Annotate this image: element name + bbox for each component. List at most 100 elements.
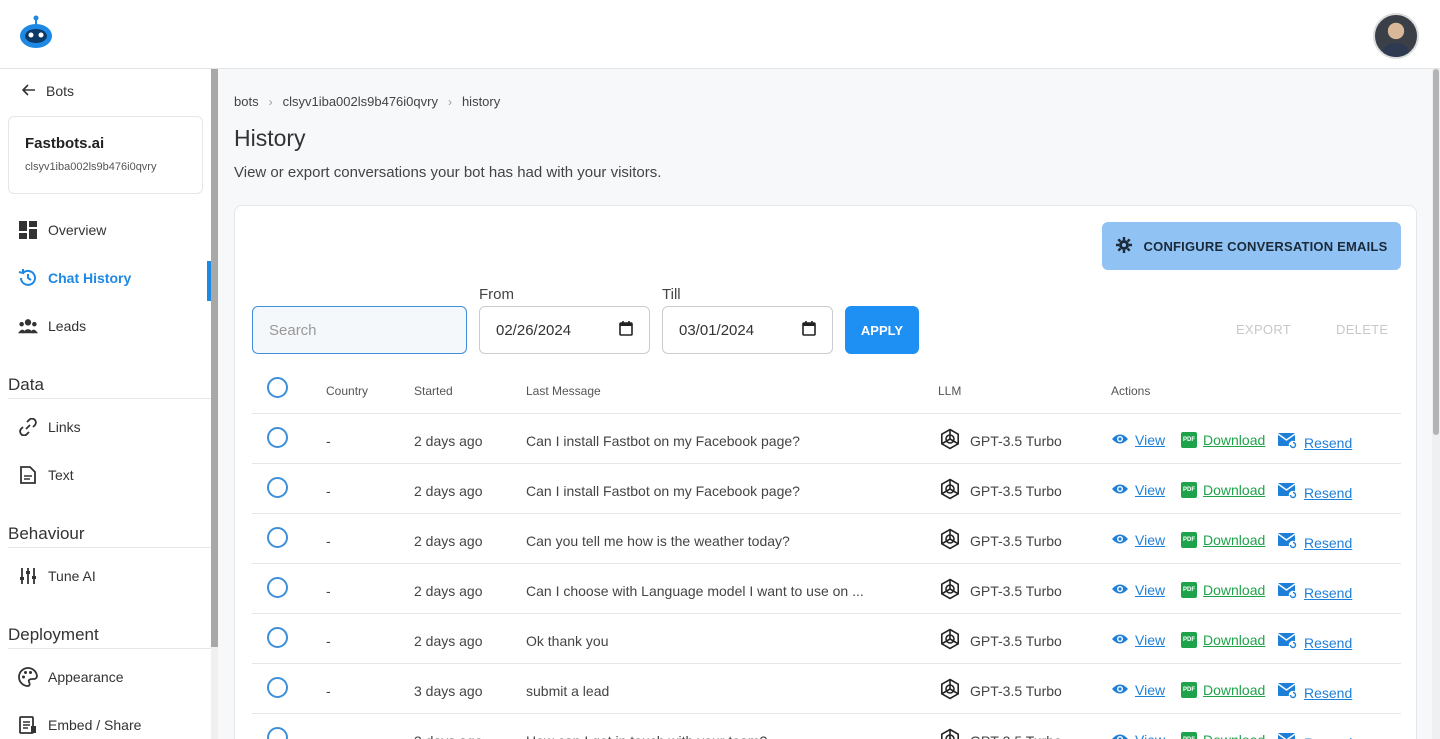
configure-conversation-emails-button[interactable]: CONFIGURE CONVERSATION EMAILS [1102,222,1401,270]
view-link[interactable]: View [1111,532,1165,548]
cell-last-message: How can I get in touch with your team? [526,733,767,739]
resend-link[interactable]: Resend [1277,732,1352,739]
column-header-country[interactable]: Country [326,384,368,398]
resend-link[interactable]: Resend [1277,632,1352,653]
resend-label: Resend [1304,434,1353,451]
openai-icon [938,427,962,451]
cell-llm: GPT-3.5 Turbo [970,633,1062,649]
sidebar-item-embed-share[interactable]: Embed / Share [0,701,211,739]
configure-label: CONFIGURE CONVERSATION EMAILS [1143,238,1388,254]
cell-last-message: Can I install Fastbot on my Facebook pag… [526,483,800,499]
resend-link[interactable]: Resend [1277,482,1353,503]
row-checkbox[interactable] [267,627,288,648]
column-header-llm[interactable]: LLM [938,384,961,398]
embed-icon [18,715,38,735]
sidebar: Bots Fastbots.ai clsyv1iba002ls9b476i0qv… [0,69,211,739]
row-checkbox[interactable] [267,477,288,498]
row-checkbox[interactable] [267,727,288,739]
view-link[interactable]: View [1111,682,1165,698]
view-label: View [1135,582,1166,598]
user-avatar[interactable] [1373,13,1419,59]
download-link[interactable]: PDF Download [1181,682,1265,698]
export-button[interactable]: EXPORT [1236,322,1291,337]
palette-icon [18,667,38,687]
cell-country: - [326,483,331,499]
resend-link[interactable]: Resend [1277,532,1352,553]
bot-id: clsyv1iba002ls9b476i0qvry [25,161,157,173]
calendar-icon[interactable] [619,320,633,340]
view-link[interactable]: View [1111,482,1165,498]
column-header-last-message[interactable]: Last Message [526,384,601,398]
view-link[interactable]: View [1111,432,1165,448]
openai-icon [938,477,962,501]
sidebar-item-tune-ai[interactable]: Tune AI [0,552,211,600]
sidebar-item-chat-history[interactable]: Chat History [0,254,211,302]
sidebar-scrollbar-thumb[interactable] [211,69,218,647]
from-date-input[interactable]: 02/26/2024 [479,306,650,354]
delete-button[interactable]: DELETE [1336,322,1388,337]
apply-button[interactable]: APPLY [845,306,919,354]
resend-link[interactable]: Resend [1277,682,1352,703]
view-label: View [1135,732,1165,739]
sidebar-item-links[interactable]: Links [0,403,211,451]
view-link[interactable]: View [1111,632,1165,648]
history-card: CONFIGURE CONVERSATION EMAILS Search Fro… [234,205,1417,739]
openai-icon [938,527,962,551]
cell-country: - [326,683,331,699]
view-label: View [1135,532,1166,548]
page-scrollbar-thumb[interactable] [1433,69,1439,435]
back-to-bots-link[interactable]: Bots [21,83,74,99]
arrow-left-icon [21,83,36,99]
sidebar-item-leads[interactable]: Leads [0,302,211,350]
till-date-input[interactable]: 03/01/2024 [662,306,833,354]
resend-label: Resend [1304,484,1353,501]
download-link[interactable]: PDF Download [1181,532,1265,548]
view-link[interactable]: View [1111,732,1165,739]
cell-country: - [326,733,331,739]
download-label: Download [1203,682,1266,698]
download-label: Download [1203,582,1266,598]
cell-country: - [326,533,331,549]
sidebar-scrollbar[interactable] [211,69,218,739]
download-link[interactable]: PDF Download [1181,582,1265,598]
section-title-deployment: Deployment [8,625,99,644]
row-checkbox[interactable] [267,577,288,598]
table-row-divider [252,513,1401,514]
section-title-data: Data [8,375,44,394]
sidebar-item-text[interactable]: Text [0,451,211,499]
mail-resend-icon [1277,632,1298,653]
row-checkbox[interactable] [267,427,288,448]
resend-link[interactable]: Resend [1277,582,1352,603]
cell-started: 3 days ago [414,733,483,739]
chevron-right-icon: › [447,94,452,109]
calendar-icon[interactable] [802,320,816,340]
sidebar-item-appearance[interactable]: Appearance [0,653,211,701]
cell-llm: GPT-3.5 Turbo [970,483,1062,499]
breadcrumb-bots[interactable]: bots [234,94,259,109]
cell-country: - [326,633,331,649]
openai-icon [938,677,962,701]
column-header-started[interactable]: Started [414,384,453,398]
sliders-icon [18,566,38,586]
bot-logo-icon[interactable] [18,14,54,50]
top-header [0,0,1440,69]
search-input[interactable]: Search [252,306,467,354]
pdf-icon: PDF [1181,682,1197,698]
row-checkbox[interactable] [267,527,288,548]
sidebar-item-overview[interactable]: Overview [0,206,211,254]
till-label: Till [662,286,681,303]
cell-started: 2 days ago [414,433,483,449]
resend-link[interactable]: Resend [1277,432,1353,453]
download-link[interactable]: PDF Download [1181,482,1265,498]
search-placeholder: Search [269,321,317,339]
download-link[interactable]: PDF Download [1181,432,1265,448]
download-link[interactable]: PDF Download [1181,732,1265,739]
view-link[interactable]: View [1111,582,1165,598]
sidebar-item-label: Appearance [48,669,124,685]
breadcrumb-bot-id[interactable]: clsyv1iba002ls9b476i0qvry [283,94,438,109]
page-scrollbar[interactable] [1432,69,1440,739]
download-link[interactable]: PDF Download [1181,632,1265,648]
eye-icon [1111,432,1129,448]
select-all-checkbox[interactable] [267,377,288,398]
row-checkbox[interactable] [267,677,288,698]
